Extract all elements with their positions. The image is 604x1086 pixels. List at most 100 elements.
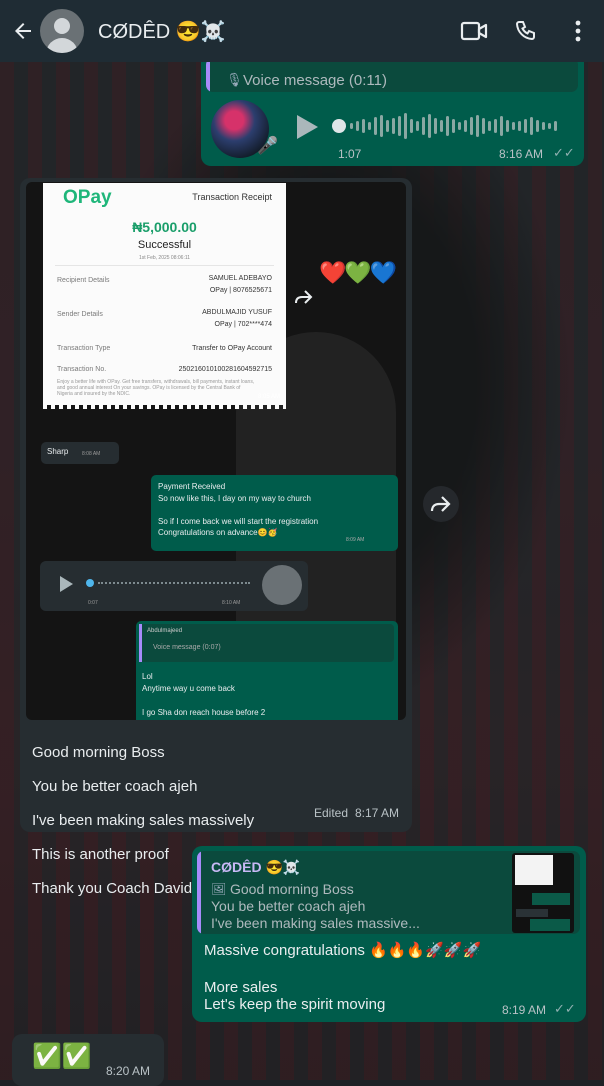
waveform-bar bbox=[362, 119, 365, 133]
kebab-menu-icon bbox=[575, 20, 581, 42]
microphone-icon: 🎤 bbox=[257, 136, 279, 155]
waveform-bar bbox=[392, 118, 395, 134]
waveform-bar bbox=[422, 117, 425, 135]
receipt-row-label: Transaction No. bbox=[57, 366, 107, 373]
caption-line: Good morning Boss bbox=[32, 744, 165, 761]
back-button[interactable] bbox=[6, 14, 40, 48]
inner-message-text: Sharp bbox=[47, 447, 69, 456]
voice-call-button[interactable] bbox=[500, 5, 552, 57]
inner-message-time: 8:08 AM bbox=[82, 451, 101, 457]
receipt-row-value: SAMUEL ADEBAYO bbox=[208, 275, 272, 282]
message-time: 8:16 AM bbox=[499, 147, 544, 161]
opay-logo: OPay bbox=[63, 187, 112, 208]
waveform-bar bbox=[404, 113, 407, 139]
video-call-button[interactable] bbox=[448, 5, 500, 57]
image-small-icon: 🖼 bbox=[211, 882, 227, 896]
inner-voice-bubble: 0:07 8:10 AM bbox=[40, 561, 308, 611]
waveform-bar bbox=[494, 119, 497, 133]
inner-reply-bubble: Abdulmajeed Voice message (0:07) Lol Any… bbox=[136, 621, 398, 720]
waveform-bar bbox=[506, 120, 509, 132]
inner-outgoing-bubble: Payment Received So now like this, I day… bbox=[151, 475, 398, 551]
receipt-date: 1st Feb, 2025 08:06:11 bbox=[138, 255, 191, 261]
inner-voice-duration: 0:07 bbox=[88, 600, 98, 606]
waveform-bar bbox=[554, 121, 557, 131]
waveform-bar bbox=[386, 120, 389, 132]
waveform-bar bbox=[428, 114, 431, 138]
contact-name[interactable]: CØDÊD 😎☠️ bbox=[98, 19, 448, 44]
contact-avatar[interactable] bbox=[40, 9, 84, 53]
quoted-text: Voice message (0:11) bbox=[243, 72, 387, 89]
caption-line: You be better coach ajeh bbox=[32, 778, 198, 795]
arrow-left-icon bbox=[15, 23, 31, 39]
waveform-bar bbox=[476, 115, 479, 137]
waveform-bar bbox=[470, 117, 473, 135]
waveform-bar bbox=[518, 121, 521, 131]
receipt-row-value: ABDULMAJID YUSUF bbox=[202, 309, 272, 316]
quoted-image-thumb bbox=[512, 853, 574, 933]
waveform-bar bbox=[416, 121, 419, 131]
waveform-bar bbox=[350, 123, 353, 129]
more-options-button[interactable] bbox=[552, 5, 604, 57]
voice-message-bubble[interactable]: 🎙 Voice message (0:11) 🎤 1:07 8:16 AM ✓✓ bbox=[201, 50, 584, 166]
shared-screenshot[interactable]: OPay Transaction Receipt ₦5,000.00 Succe… bbox=[26, 182, 406, 720]
read-ticks-icon: ✓✓ bbox=[553, 145, 575, 160]
waveform-bar bbox=[500, 116, 503, 136]
inner-voice-time: 8:10 AM bbox=[222, 600, 241, 606]
mic-small-icon: 🎙 bbox=[226, 72, 243, 87]
waveform-bar bbox=[458, 122, 461, 130]
waveform-bar bbox=[380, 115, 383, 137]
forward-icon bbox=[430, 496, 451, 512]
waveform-bar bbox=[488, 121, 491, 131]
receipt-row-label: Transaction Type bbox=[57, 345, 111, 352]
waveform-bar bbox=[542, 122, 545, 130]
reply-text-line: Let's keep the spirit moving bbox=[204, 996, 386, 1013]
phone-icon bbox=[515, 21, 535, 41]
play-icon[interactable] bbox=[294, 113, 320, 141]
receipt-image-time: 8:05 AM bbox=[257, 394, 280, 400]
quoted-voice-message[interactable]: 🎙 Voice message (0:11) bbox=[206, 58, 578, 92]
incoming-emoji-bubble[interactable]: ✅✅ 8:20 AM bbox=[12, 1034, 164, 1086]
emoji-text: ✅✅ bbox=[32, 1043, 92, 1070]
waveform-bar bbox=[482, 118, 485, 134]
quoted-message[interactable]: CØDÊD 😎☠️ 🖼 Good morning Boss You be bet… bbox=[197, 851, 580, 934]
forward-icon bbox=[295, 290, 313, 304]
quoted-line: Good morning Boss bbox=[230, 881, 354, 897]
waveform-bar bbox=[368, 122, 371, 130]
receipt-amount: ₦5,000.00 bbox=[132, 219, 197, 235]
inner-message-text: Lol Anytime way u come back I go Sha don… bbox=[142, 672, 266, 717]
inner-message-time: 8:09 AM bbox=[346, 537, 365, 543]
waveform-bar bbox=[398, 116, 401, 136]
message-time: 8:19 AM bbox=[502, 1003, 547, 1017]
play-icon bbox=[60, 576, 73, 592]
receipt-row-label: Recipient Details bbox=[57, 277, 110, 284]
waveform-bar bbox=[452, 119, 455, 133]
receipt-row-value: 250216010100281604592715 bbox=[178, 366, 272, 373]
quoted-author: CØDÊD 😎☠️ bbox=[211, 859, 301, 875]
receipt-row-sub: OPay | 8076525671 bbox=[209, 287, 272, 294]
image-message-bubble[interactable]: OPay Transaction Receipt ₦5,000.00 Succe… bbox=[20, 178, 459, 897]
read-ticks-icon: ✓✓ bbox=[554, 1001, 576, 1016]
inner-incoming-bubble: Sharp 8:08 AM bbox=[41, 442, 119, 464]
hearts-emoji: ❤️💚💙 bbox=[319, 260, 397, 285]
forward-button-small[interactable] bbox=[289, 282, 319, 312]
receipt-footer: Enjoy a better life with OPay. Get free … bbox=[57, 379, 255, 397]
waveform-bar bbox=[464, 120, 467, 132]
receipt-row-sub: OPay | 702****474 bbox=[214, 321, 272, 328]
inner-voice-avatar bbox=[262, 565, 302, 605]
voice-waveform[interactable] bbox=[350, 110, 565, 142]
waveform-bar bbox=[446, 116, 449, 136]
inner-reply-author: Abdulmajeed bbox=[147, 628, 183, 634]
receipt-row-label: Sender Details bbox=[57, 311, 103, 318]
waveform-bar bbox=[548, 123, 551, 129]
message-time: 8:17 AM bbox=[355, 806, 400, 820]
voice-progress-dot[interactable] bbox=[332, 119, 346, 133]
waveform-bar bbox=[440, 120, 443, 132]
waveform-bar bbox=[410, 119, 413, 133]
waveform-bar bbox=[374, 117, 377, 135]
chat-header: CØDÊD 😎☠️ bbox=[0, 0, 604, 62]
inner-reply-quote: Voice message (0:07) bbox=[153, 644, 221, 651]
reply-text-line: More sales bbox=[204, 979, 278, 996]
forward-message-button[interactable] bbox=[423, 486, 459, 522]
reply-message-bubble[interactable]: CØDÊD 😎☠️ 🖼 Good morning Boss You be bet… bbox=[192, 846, 586, 1022]
quoted-line: You be better coach ajeh bbox=[211, 898, 366, 914]
